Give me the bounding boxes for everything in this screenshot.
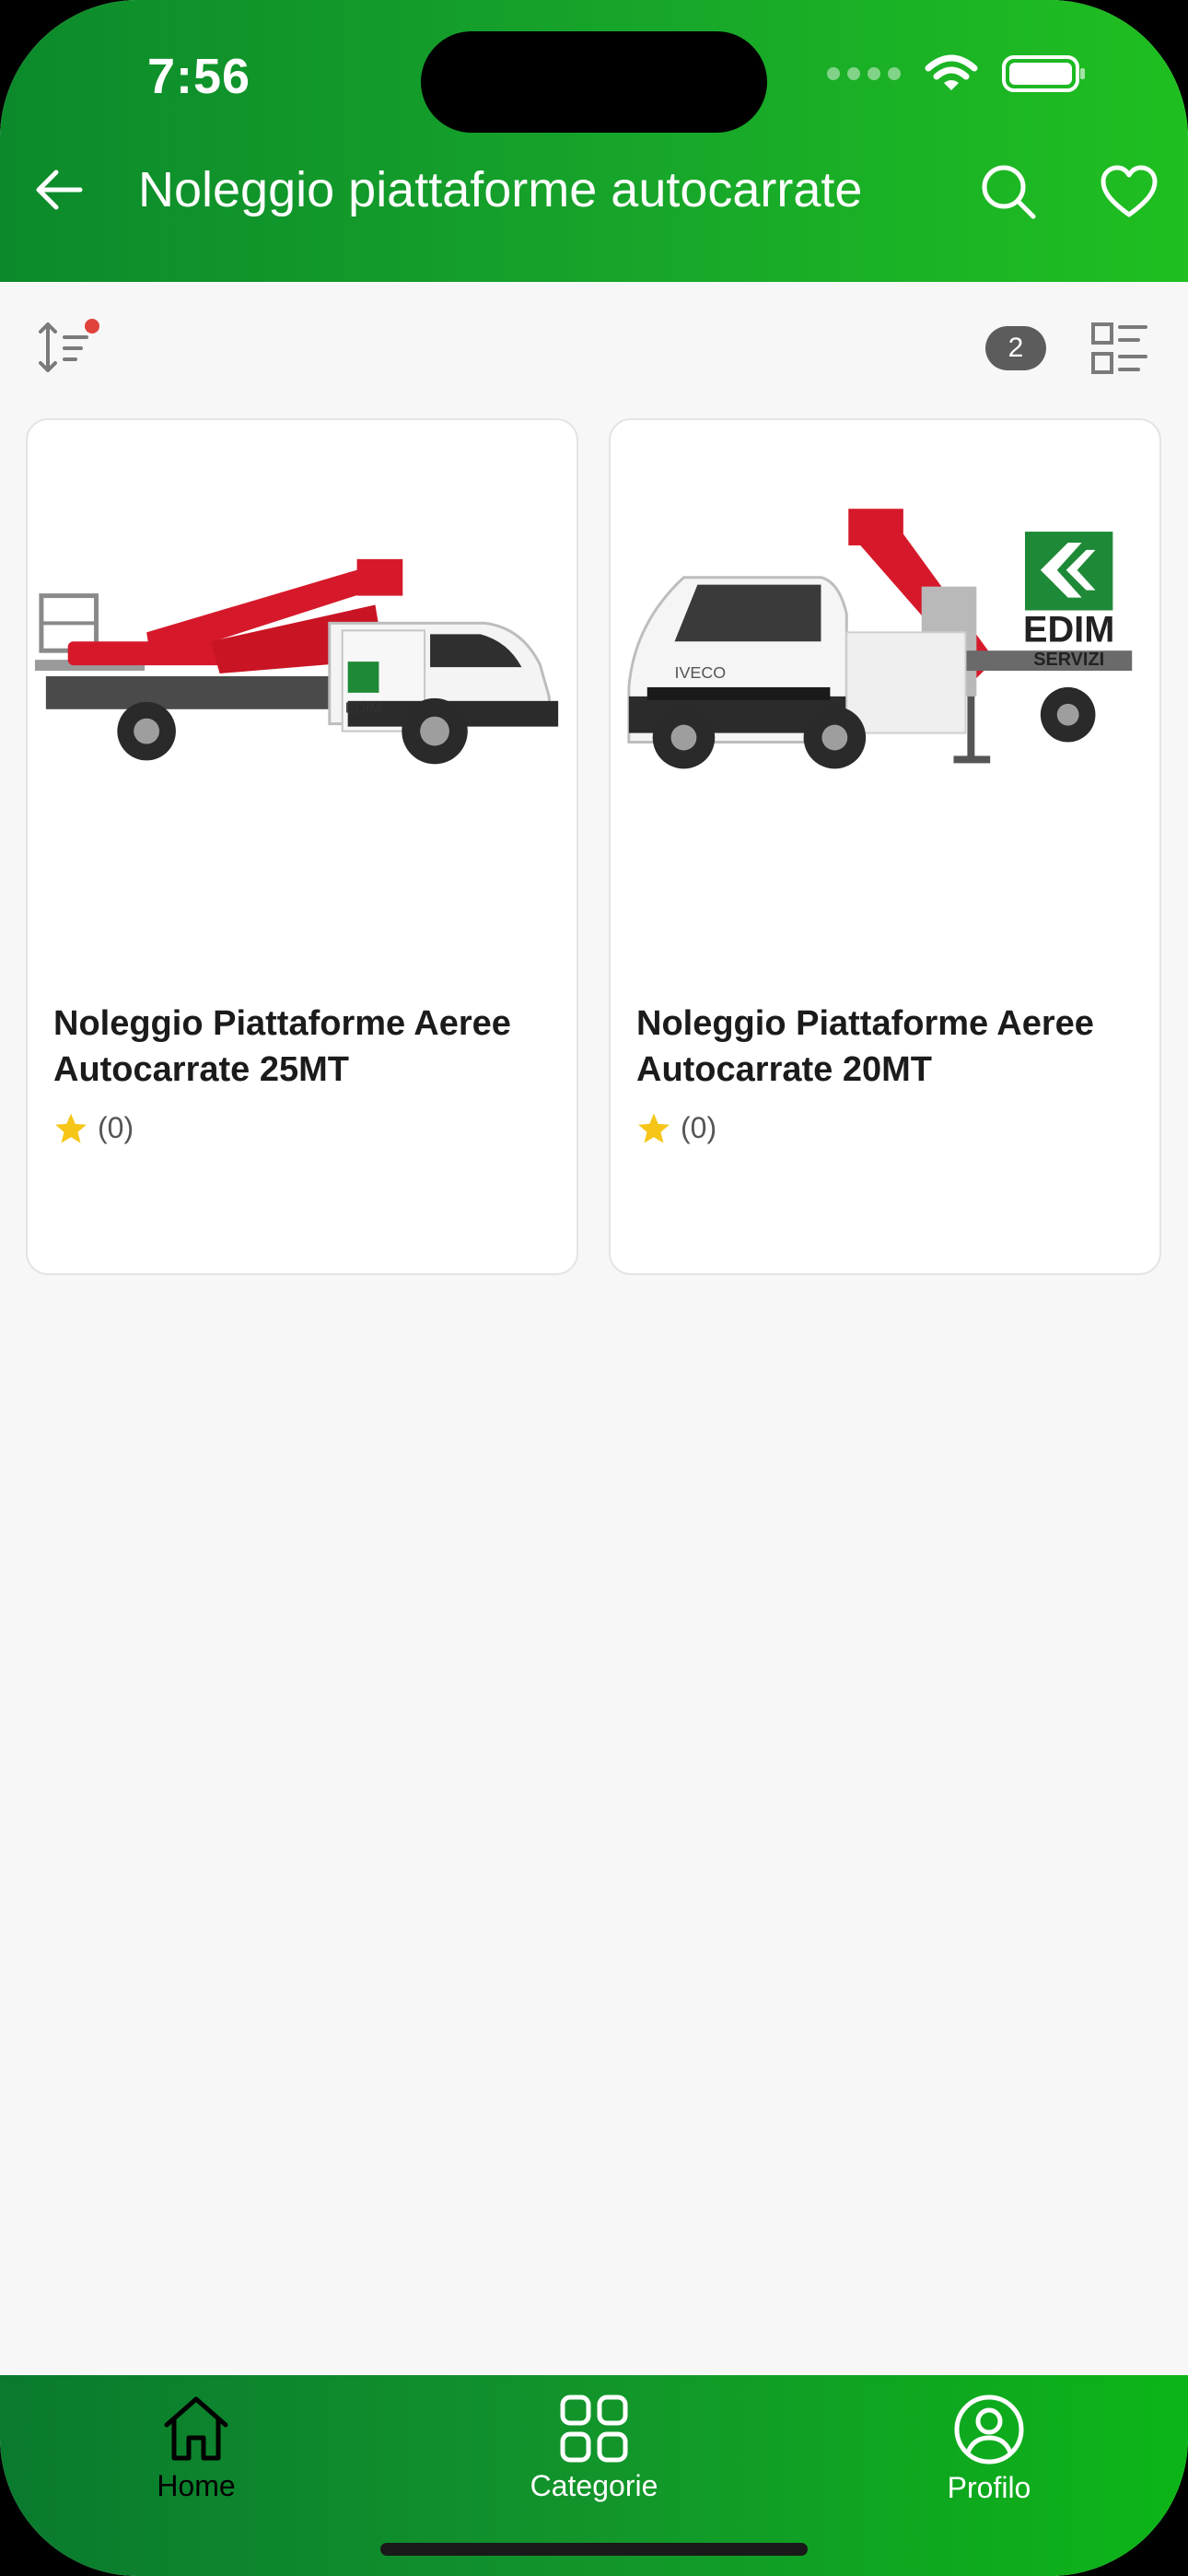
favorite-button[interactable]: [1100, 164, 1159, 219]
dynamic-island: [421, 31, 767, 133]
product-card[interactable]: EDIM Noleggio Piattaforme Aeree Autocarr…: [26, 418, 578, 1275]
app-header: 7:56 Noleggio piattaforme autocarrate: [0, 0, 1188, 282]
nav-item-profilo[interactable]: Profilo: [869, 2394, 1109, 2505]
nav-item-home[interactable]: Home: [76, 2394, 316, 2503]
nav-item-categorie[interactable]: Categorie: [474, 2394, 714, 2503]
svg-text:EDIM: EDIM: [345, 701, 382, 717]
nav-label-home: Home: [157, 2469, 236, 2502]
truck-platform-image: EDIM: [34, 558, 559, 765]
product-card[interactable]: IVECO EDIM SERVIZI Noleggio Piattaforme …: [609, 418, 1161, 1275]
signal-icon: [827, 67, 901, 80]
product-rating: (0): [53, 1111, 134, 1145]
product-rating: (0): [636, 1111, 716, 1145]
page-title: Noleggio piattaforme autocarrate: [138, 162, 863, 217]
status-time: 7:56: [147, 49, 251, 104]
truck-platform-image: IVECO EDIM SERVIZI: [627, 509, 1133, 769]
sort-button[interactable]: [35, 315, 103, 380]
home-indicator[interactable]: [380, 2543, 808, 2556]
view-toggle-button[interactable]: [1090, 321, 1149, 376]
list-view-icon: [1091, 322, 1147, 374]
result-count-badge: 2: [985, 326, 1046, 370]
status-icons: [827, 53, 1087, 94]
product-title[interactable]: Noleggio Piattaforme Aeree Autocarrate 2…: [53, 1001, 551, 1093]
svg-text:SERVIZI: SERVIZI: [1033, 650, 1104, 670]
heart-icon: [1101, 165, 1158, 217]
wifi-icon: [925, 54, 978, 90]
home-icon: [164, 2396, 228, 2461]
nav-label-categorie: Categorie: [530, 2469, 658, 2502]
rating-count: (0): [681, 1111, 717, 1144]
search-icon: [982, 165, 1036, 219]
rating-count: (0): [98, 1111, 134, 1144]
arrow-left-icon: [36, 170, 83, 210]
product-title[interactable]: Noleggio Piattaforme Aeree Autocarrate 2…: [636, 1001, 1134, 1093]
battery-icon: [1002, 55, 1085, 92]
sort-icon: [39, 319, 99, 372]
nav-label-profilo: Profilo: [947, 2471, 1031, 2504]
svg-text:IVECO: IVECO: [675, 663, 727, 682]
profile-icon: [954, 2395, 1024, 2465]
svg-text:EDIM: EDIM: [1023, 609, 1114, 650]
app-screen: 7:56 Noleggio piattaforme autocarrate 2 …: [0, 0, 1188, 2576]
grid-icon: [560, 2395, 628, 2463]
search-button[interactable]: [980, 163, 1037, 220]
star-icon: [55, 1113, 87, 1143]
star-icon: [638, 1113, 670, 1143]
back-button[interactable]: [31, 162, 87, 217]
